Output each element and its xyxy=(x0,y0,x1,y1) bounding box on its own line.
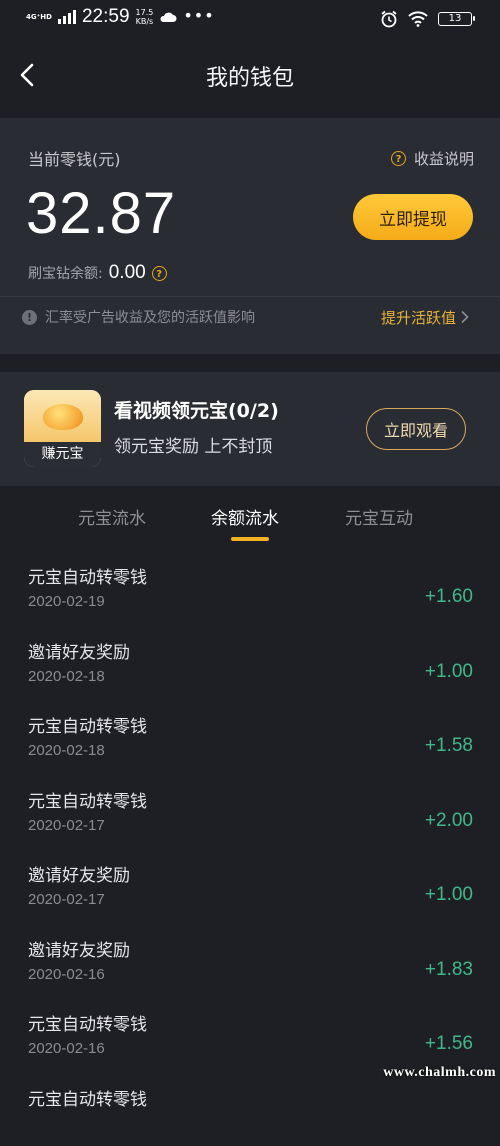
ledger-tabs: 元宝流水 余额流水 元宝互动 xyxy=(0,486,500,550)
transaction-amount: +1.56 xyxy=(425,1033,473,1055)
transaction-date: 2020-02-18 xyxy=(28,742,105,759)
more-notifications-icon: ••• xyxy=(183,6,214,25)
boost-activity-link[interactable]: 提升活跃值 xyxy=(381,307,470,328)
diamond-balance-label: 刷宝钻余额: xyxy=(28,263,103,283)
gold-ingot-image: 赚元宝 xyxy=(24,390,101,467)
transaction-amount: +2.00 xyxy=(425,810,473,832)
transaction-date: 2020-02-18 xyxy=(28,668,105,685)
balance-amount: 32.87 xyxy=(26,180,176,247)
transaction-date: 2020-02-17 xyxy=(28,891,105,908)
transaction-date: 2020-02-19 xyxy=(28,593,105,610)
active-tab-indicator xyxy=(231,537,269,541)
rate-note-text: 汇率受广告收益及您的活跃值影响 xyxy=(45,307,255,327)
transaction-amount: +1.83 xyxy=(425,959,473,981)
diamond-balance-value: 0.00 xyxy=(109,262,146,284)
list-item[interactable]: 元宝自动转零钱 2020-02-18 +1.58 xyxy=(0,699,500,774)
transaction-title: 元宝自动转零钱 xyxy=(28,1085,147,1110)
network-type: 4G⁺HD xyxy=(26,13,52,21)
diamond-help-icon[interactable]: ? xyxy=(152,266,167,281)
promo-title: 看视频领元宝(0/2) xyxy=(114,396,279,423)
list-item[interactable]: 邀请好友奖励 2020-02-16 +1.83 xyxy=(0,923,500,998)
promo-subtitle: 领元宝奖励 上不封顶 xyxy=(114,432,272,457)
alarm-icon xyxy=(380,10,398,28)
wifi-icon xyxy=(408,11,428,27)
transaction-date: 2020-02-16 xyxy=(28,1040,105,1057)
list-item[interactable]: 邀请好友奖励 2020-02-18 +1.00 xyxy=(0,625,500,700)
transaction-title: 元宝自动转零钱 xyxy=(28,787,147,812)
transaction-title: 邀请好友奖励 xyxy=(28,638,130,663)
earnings-info-link[interactable]: ? 收益说明 xyxy=(391,148,474,169)
list-item[interactable]: 邀请好友奖励 2020-02-17 +1.00 xyxy=(0,848,500,923)
boost-activity-label: 提升活跃值 xyxy=(381,307,456,328)
transaction-title: 元宝自动转零钱 xyxy=(28,563,147,588)
transaction-title: 邀请好友奖励 xyxy=(28,936,130,961)
cloud-icon xyxy=(159,11,177,23)
tab-ingot-ledger[interactable]: 元宝流水 xyxy=(78,504,146,529)
chevron-right-icon xyxy=(460,310,470,324)
list-item[interactable]: 元宝自动转零钱 2020-02-17 +2.00 xyxy=(0,774,500,849)
status-bar: 4G⁺HD 22:59 17.5 KB/s ••• 13 xyxy=(0,0,500,36)
list-item[interactable]: 元宝自动转零钱 2020-02-19 +1.60 xyxy=(0,550,500,625)
clock: 22:59 xyxy=(82,6,130,28)
earnings-info-label: 收益说明 xyxy=(414,148,474,169)
transaction-list: 元宝自动转零钱 2020-02-19 +1.60 邀请好友奖励 2020-02-… xyxy=(0,550,500,1146)
speed-value: 17.5 xyxy=(136,8,154,17)
battery-icon: 13 xyxy=(438,12,472,26)
network-speed: 17.5 KB/s xyxy=(136,8,154,26)
tab-ingot-interaction[interactable]: 元宝互动 xyxy=(345,504,413,529)
transaction-date: 2020-02-17 xyxy=(28,817,105,834)
promo-image-label: 赚元宝 xyxy=(24,442,101,467)
signal-icon xyxy=(58,10,76,24)
transaction-amount: +1.60 xyxy=(425,586,473,608)
info-icon: ! xyxy=(22,310,37,325)
nav-bar: 我的钱包 xyxy=(0,36,500,118)
speed-unit: KB/s xyxy=(136,17,154,26)
ingot-icon xyxy=(43,404,83,430)
withdraw-button[interactable]: 立即提现 xyxy=(353,194,473,240)
list-item[interactable]: 元宝自动转零钱 2020-02-16 +1.56 xyxy=(0,997,500,1072)
wallet-card: 当前零钱(元) ? 收益说明 32.87 立即提现 刷宝钻余额: 0.00 ? … xyxy=(0,118,500,354)
transaction-amount: +1.00 xyxy=(425,884,473,906)
tab-balance-ledger[interactable]: 余额流水 xyxy=(211,504,279,529)
watch-now-button[interactable]: 立即观看 xyxy=(366,408,466,450)
watch-video-promo: 赚元宝 看视频领元宝(0/2) 领元宝奖励 上不封顶 立即观看 xyxy=(0,372,500,486)
page-title: 我的钱包 xyxy=(0,60,500,92)
rate-notice-bar: ! 汇率受广告收益及您的活跃值影响 提升活跃值 xyxy=(0,296,500,337)
diamond-balance: 刷宝钻余额: 0.00 ? xyxy=(28,262,167,284)
balance-label: 当前零钱(元) xyxy=(28,146,121,170)
transaction-title: 元宝自动转零钱 xyxy=(28,712,147,737)
transaction-date: 2020-02-16 xyxy=(28,966,105,983)
transaction-amount: +1.58 xyxy=(425,735,473,757)
transaction-title: 邀请好友奖励 xyxy=(28,861,130,886)
site-watermark: www.chalmh.com xyxy=(383,1065,496,1081)
transaction-title: 元宝自动转零钱 xyxy=(28,1010,147,1035)
question-icon: ? xyxy=(391,151,406,166)
transaction-amount: +1.00 xyxy=(425,661,473,683)
